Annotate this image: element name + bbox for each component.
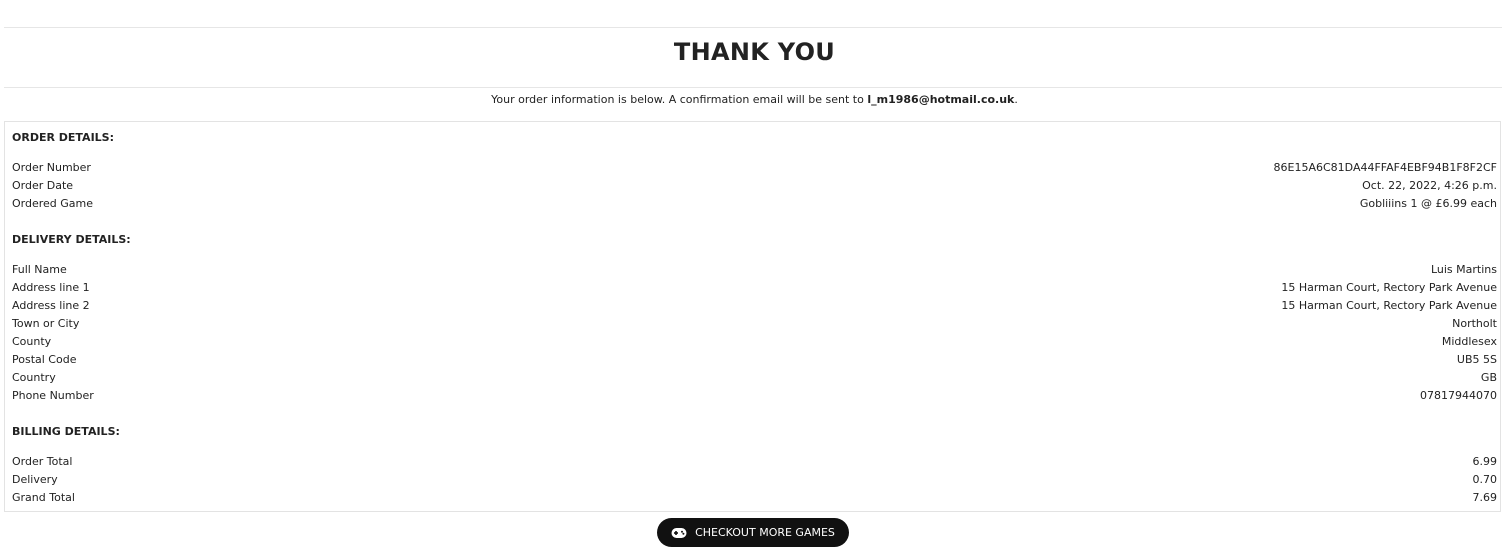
row-label: Full Name (12, 262, 67, 276)
row-label: County (12, 334, 52, 348)
billing-details-heading: BILLING DETAILS: (12, 425, 120, 438)
row-value: Northolt (1452, 316, 1497, 330)
full-name-row: Full Name Luis Martins (12, 260, 1497, 278)
row-label: Address line 1 (12, 280, 90, 294)
gamepad-icon (671, 527, 687, 539)
grand-total-row: Grand Total 7.69 (12, 488, 1497, 506)
delivery-details-heading: DELIVERY DETAILS: (12, 233, 131, 246)
row-value: GB (1480, 370, 1497, 384)
row-label: Phone Number (12, 388, 94, 402)
row-label: Town or City (12, 316, 80, 330)
row-value: 0.70 (1472, 472, 1498, 486)
confirmation-message: Your order information is below. A confi… (0, 93, 1509, 106)
row-label: Ordered Game (12, 196, 94, 210)
row-value: Luis Martins (1430, 262, 1497, 276)
county-row: County Middlesex (12, 332, 1497, 350)
order-total-row: Order Total 6.99 (12, 452, 1497, 470)
row-label: Order Date (12, 178, 74, 192)
button-label: CHECKOUT MORE GAMES (695, 526, 835, 539)
confirmation-email: l_m1986@hotmail.co.uk (867, 93, 1015, 106)
order-details-heading: ORDER DETAILS: (12, 131, 114, 144)
row-label: Grand Total (12, 490, 75, 504)
checkout-more-games-button[interactable]: CHECKOUT MORE GAMES (657, 518, 849, 547)
row-value: 15 Harman Court, Rectory Park Avenue (1281, 298, 1497, 312)
country-row: Country GB (12, 368, 1497, 386)
row-label: Order Total (12, 454, 73, 468)
delivery-cost-row: Delivery 0.70 (12, 470, 1497, 488)
order-date-row: Order Date Oct. 22, 2022, 4:26 p.m. (12, 176, 1497, 194)
confirmation-suffix: . (1014, 93, 1018, 106)
postal-code-row: Postal Code UB5 5S (12, 350, 1497, 368)
ordered-game-row: Ordered Game Gobliiins 1 @ £6.99 each (12, 194, 1497, 212)
title-divider (4, 87, 1502, 88)
row-value: Middlesex (1441, 334, 1497, 348)
top-divider (4, 27, 1502, 28)
row-value: UB5 5S (1456, 352, 1497, 366)
row-value: 6.99 (1472, 454, 1498, 468)
page-title: THANK YOU (673, 38, 836, 66)
town-row: Town or City Northolt (12, 314, 1497, 332)
row-value: 07817944070 (1420, 388, 1497, 402)
phone-number-row: Phone Number 07817944070 (12, 386, 1497, 404)
row-label: Postal Code (12, 352, 77, 366)
row-value: Oct. 22, 2022, 4:26 p.m. (1362, 178, 1497, 192)
row-label: Address line 2 (12, 298, 90, 312)
address-line-2-row: Address line 2 15 Harman Court, Rectory … (12, 296, 1497, 314)
row-value: 7.69 (1472, 490, 1498, 504)
row-value: Gobliiins 1 @ £6.99 each (1359, 196, 1497, 210)
row-label: Country (12, 370, 56, 384)
address-line-1-row: Address line 1 15 Harman Court, Rectory … (12, 278, 1497, 296)
row-label: Delivery (12, 472, 58, 486)
confirmation-text: Your order information is below. A confi… (491, 93, 868, 106)
row-value: 86E15A6C81DA44FFAF4EBF94B1F8F2CF (1273, 160, 1497, 174)
row-value: 15 Harman Court, Rectory Park Avenue (1281, 280, 1497, 294)
row-label: Order Number (12, 160, 91, 174)
order-number-row: Order Number 86E15A6C81DA44FFAF4EBF94B1F… (12, 158, 1497, 176)
order-summary-panel: ORDER DETAILS: Order Number 86E15A6C81DA… (4, 121, 1501, 512)
